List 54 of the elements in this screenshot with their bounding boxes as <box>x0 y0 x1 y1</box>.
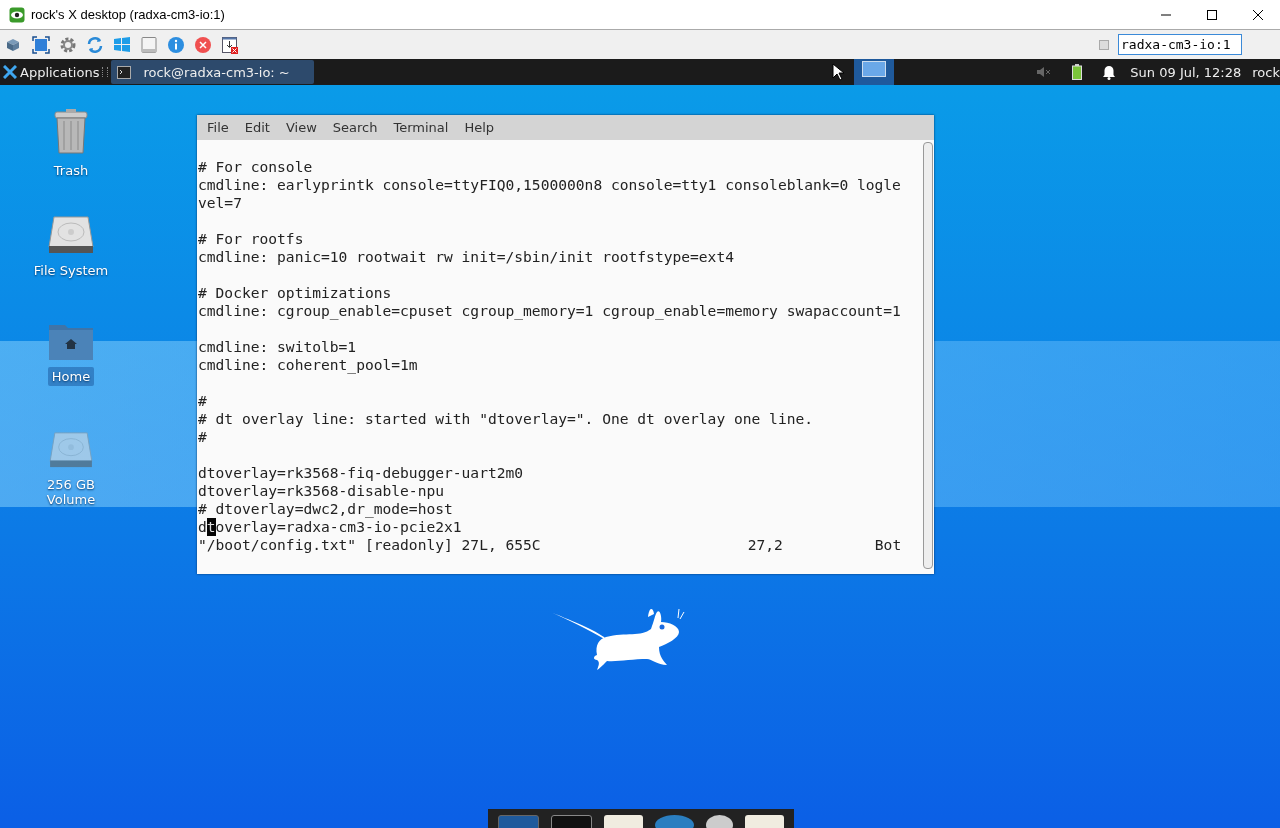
workspace-switcher[interactable] <box>854 59 895 85</box>
code-line: vel=7 <box>198 194 242 211</box>
code-line: # For console <box>198 158 313 175</box>
code-line: cmdline: coherent_pool=1m <box>198 356 418 373</box>
separator-icon <box>102 67 109 77</box>
user-name[interactable]: rock <box>1252 64 1280 80</box>
info-icon[interactable] <box>167 35 185 54</box>
windows-icon[interactable] <box>113 35 131 54</box>
menu-item[interactable]: Edit <box>236 120 278 135</box>
disconnect-icon[interactable] <box>194 35 212 54</box>
menu-item[interactable]: Search <box>324 120 386 135</box>
menu-item[interactable]: Help <box>456 120 503 135</box>
settings-icon[interactable] <box>59 35 77 54</box>
fullscreen-icon[interactable] <box>32 35 50 54</box>
code-line: cmdline: cgroup_enable=cpuset cgroup_memory=1 cgroup_enable=memory swapaccount=1 <box>198 302 901 319</box>
code-line: # dtoverlay=dwc2,dr_mode=host <box>198 500 453 517</box>
code-line: # Docker optimizations <box>198 284 392 301</box>
code-line: # <box>198 428 207 445</box>
code-line: # dt overlay line: started with "dtoverlay=". One dt overlay one line. <box>198 410 814 427</box>
code-line: cmdline: earlyprintk console=ttyFIQ0,1500000n8 console=tty1 consoleblank=0 logle <box>198 176 901 193</box>
transfer-icon[interactable] <box>221 35 239 54</box>
battery-icon[interactable] <box>1072 64 1083 80</box>
maximize-icon[interactable] <box>1206 8 1218 21</box>
menu-item[interactable]: File <box>199 120 237 135</box>
code-line: cmdline: switolb=1 <box>198 338 357 355</box>
window-title: rock's X desktop (radxa-cm3-io:1) <box>31 7 225 22</box>
menu-item[interactable]: Terminal <box>385 120 457 135</box>
x-logo-icon <box>3 65 17 79</box>
code-line: dtoverlay=rk3568-fiq-debugger-uart2m0 <box>198 464 524 481</box>
eye-icon <box>9 6 25 23</box>
desktop-icon-label[interactable]: Home <box>47 367 95 386</box>
code-line: cmdline: panic=10 rootwait rw init=/sbin/init rootfstype=ext4 <box>198 248 734 265</box>
code-line: dtoverlay=rk3568-disable-npu <box>198 482 444 499</box>
refresh-icon[interactable] <box>86 35 104 54</box>
hard-drive-icon[interactable] <box>48 215 94 255</box>
host-field[interactable]: radxa-cm3-io:1 <box>1118 34 1242 55</box>
cursor-position: 27,2 <box>747 536 783 554</box>
desktop-icon-label[interactable]: File System <box>29 261 113 280</box>
trash-icon[interactable] <box>53 109 89 155</box>
code-line: # For rootfs <box>198 230 304 247</box>
status-file: "/boot/config.txt" [readonly] 27L, 655C <box>198 536 541 554</box>
close-icon[interactable] <box>1252 8 1264 21</box>
menu-item[interactable]: View <box>277 120 325 135</box>
code-line: # <box>198 392 207 409</box>
keyboard-key-icon[interactable] <box>140 35 158 54</box>
hard-drive-icon[interactable] <box>48 431 94 469</box>
checkbox[interactable] <box>1099 39 1109 50</box>
muted-speaker-icon[interactable] <box>1036 66 1053 78</box>
mouse-pointer-icon <box>832 63 845 81</box>
applications-menu[interactable]: Applications <box>0 64 103 80</box>
taskbar-button[interactable]: rock@radxa-cm3-io: ~ <box>111 60 314 84</box>
scroll-position: Bot <box>874 536 902 554</box>
bell-icon[interactable] <box>1102 64 1117 80</box>
clock[interactable]: Sun 09 Jul, 12:28 <box>1130 64 1242 80</box>
